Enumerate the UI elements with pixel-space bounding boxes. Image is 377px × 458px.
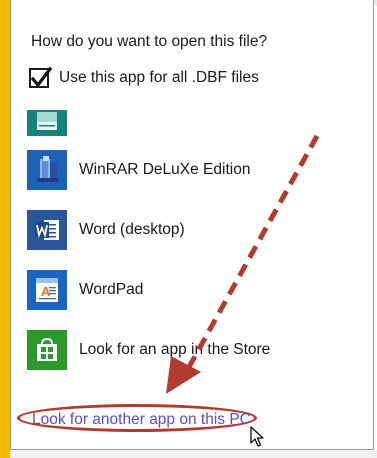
- app-name-word: Word (desktop): [79, 221, 185, 238]
- checkmark-icon: [30, 66, 53, 88]
- background-taskbar-strip: [10, 450, 377, 458]
- svg-text:A: A: [41, 284, 51, 299]
- teal-app-icon: [37, 112, 57, 130]
- word-tile: [27, 210, 67, 250]
- store-icon: [37, 337, 57, 361]
- look-for-another-app-link[interactable]: Look for another app on this PC: [32, 411, 251, 429]
- wordpad-icon: A: [36, 278, 58, 302]
- app-item-wordpad[interactable]: A WordPad: [27, 270, 143, 310]
- background-window-edge: [0, 0, 10, 458]
- winrar-tile: [27, 150, 67, 190]
- app-name-store: Look for an app in the Store: [79, 341, 271, 358]
- use-for-all-label: Use this app for all .DBF files: [59, 69, 259, 86]
- app-name-winrar: WinRAR DeLuXe Edition: [79, 161, 251, 178]
- winrar-icon: [37, 156, 59, 182]
- word-icon: [35, 220, 59, 240]
- mouse-cursor-icon: [250, 426, 264, 447]
- use-for-all-checkbox[interactable]: [29, 66, 53, 88]
- app-item-winrar[interactable]: WinRAR DeLuXe Edition: [27, 150, 250, 190]
- use-for-all-checkbox-row[interactable]: Use this app for all .DBF files: [29, 66, 259, 88]
- screen: How do you want to open this file? Use t…: [0, 0, 377, 458]
- dialog-title: How do you want to open this file?: [31, 33, 268, 50]
- partial-app-tile[interactable]: [27, 110, 67, 136]
- app-item-word[interactable]: Word (desktop): [27, 210, 185, 250]
- store-tile: [27, 330, 67, 370]
- wordpad-tile: A: [27, 270, 67, 310]
- app-item-store[interactable]: Look for an app in the Store: [27, 330, 270, 370]
- app-name-wordpad: WordPad: [79, 281, 144, 298]
- open-with-dialog: How do you want to open this file? Use t…: [10, 0, 374, 450]
